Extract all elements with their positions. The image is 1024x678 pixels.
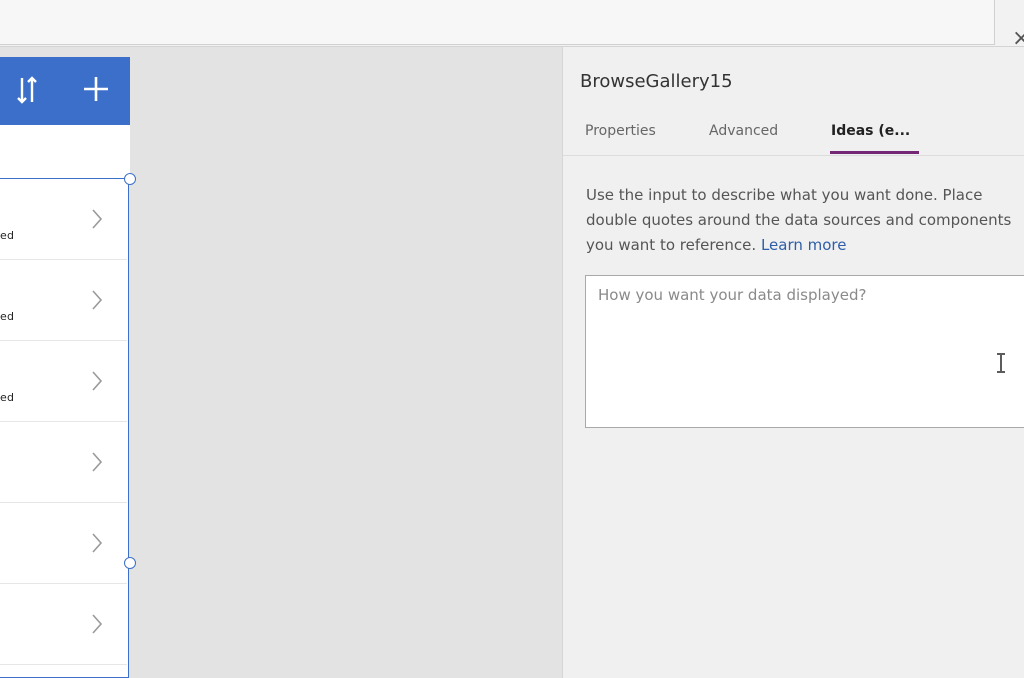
chevron-right-icon[interactable] [90,288,104,312]
gallery-row[interactable]: ed [0,179,127,260]
add-icon[interactable] [82,75,110,103]
active-tab-indicator [830,151,919,154]
tab-advanced[interactable]: Advanced [709,123,778,139]
top-bar: × [0,0,1024,51]
row-subtitle: ed [0,310,15,323]
gallery-row[interactable] [0,584,127,665]
ideas-description: Use the input to describe what you want … [586,183,1024,258]
gallery-row[interactable] [0,422,127,503]
chevron-right-icon[interactable] [90,369,104,393]
chevron-right-icon[interactable] [90,450,104,474]
resize-handle-top-right[interactable] [124,173,136,185]
chevron-right-icon[interactable] [90,612,104,636]
panel-tabs: Properties Advanced Ideas (e... [563,119,1024,156]
app-screen-header [0,57,130,125]
resize-handle-right[interactable] [124,557,136,569]
row-subtitle: ed [0,229,15,242]
chevron-right-icon[interactable] [90,207,104,231]
tab-ideas[interactable]: Ideas (e... [831,123,910,139]
row-subtitle: ed [0,391,15,404]
gallery-row[interactable]: ed [0,260,127,341]
selected-control-name[interactable]: BrowseGallery15 [580,71,733,92]
chevron-right-icon[interactable] [90,531,104,555]
tab-properties[interactable]: Properties [585,123,656,139]
search-box-area[interactable] [0,125,130,178]
text-cursor-icon [997,353,1005,373]
browse-gallery[interactable]: ed ed ed [0,178,129,678]
gallery-row[interactable]: ed [0,341,127,422]
learn-more-link[interactable]: Learn more [761,236,847,254]
formula-bar-area[interactable] [0,0,995,45]
gallery-row[interactable] [0,503,127,584]
sort-icon[interactable] [16,74,38,106]
ideas-prompt-input[interactable] [585,275,1024,428]
